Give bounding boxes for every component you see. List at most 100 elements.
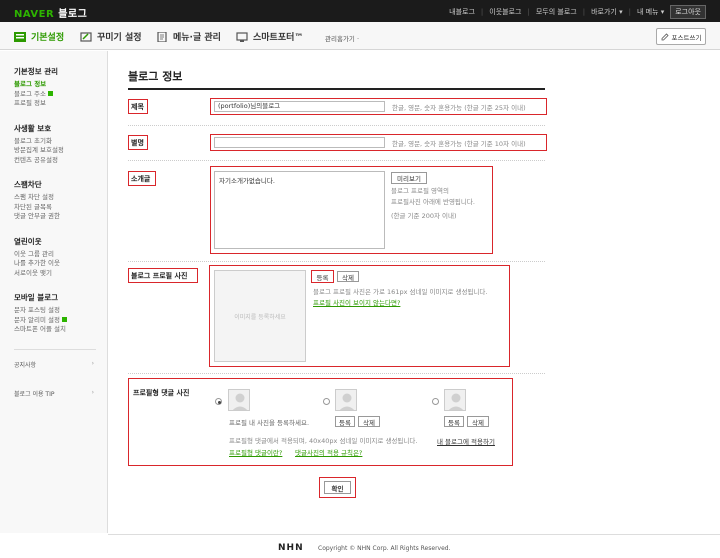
- comment-delete-button-2[interactable]: 삭제: [358, 416, 380, 427]
- sidebar-item-sms-posting[interactable]: 문자 포스팅 설정: [14, 306, 107, 316]
- settings-icon: [14, 31, 26, 42]
- sidebar-item-visit-count-protection[interactable]: 방문집계 보호설정: [14, 146, 107, 156]
- sidebar-item-blog-reset[interactable]: 블로그 초기화: [14, 137, 107, 147]
- sidebar-tips-link[interactable]: 블로그 이용 TIP ›: [14, 389, 94, 398]
- top-navigation-bar: NAVER 블로그 내블로그 | 이웃블로그 | 모두의 블로그 | 바로가기 ▾…: [0, 0, 720, 22]
- left-sidebar: 기본정보 관리 블로그 정보 블로그 주소 프로필 정보 사생활 보호 블로그 …: [0, 51, 108, 533]
- comment-register-button-3[interactable]: 등록: [444, 416, 464, 427]
- sidebar-item-comment-permissions[interactable]: 댓글 안부글 권한: [14, 212, 107, 222]
- title-underline: [128, 88, 545, 90]
- register-photo-button[interactable]: 등록: [313, 271, 332, 282]
- profile-comment-help-link[interactable]: 프로필형 댓글이란?: [229, 447, 282, 457]
- comment-photo-option-2-radio[interactable]: [323, 398, 330, 405]
- write-post-label: 포스트쓰기: [671, 33, 702, 42]
- divider: |: [628, 8, 631, 16]
- apply-to-my-blog-link[interactable]: 내 블로그에 적용하기: [437, 436, 495, 446]
- tab-basic-settings[interactable]: 기본설정: [14, 30, 64, 43]
- monitor-icon: [236, 31, 248, 42]
- tab-design-settings[interactable]: 꾸미기 설정: [80, 30, 142, 43]
- chevron-right-icon: ›: [91, 388, 94, 396]
- sidebar-group-title: 사생활 보호: [14, 123, 52, 133]
- tab-basic-settings-label: 기본설정: [31, 33, 65, 43]
- comment-delete-button-3[interactable]: 삭제: [467, 416, 489, 427]
- sidebar-group-title: 스팸차단: [14, 180, 42, 189]
- sidebar-group-spam: 스팸차단 스팸 차단 설정 차단된 글목록 댓글 안부글 권한: [14, 179, 107, 222]
- tab-smart-reporter-label: 스마트포터™: [253, 33, 304, 43]
- sidebar-item-neighbor-groups[interactable]: 이웃 그룹 관리: [14, 250, 107, 260]
- row-divider: [128, 261, 545, 262]
- comment-hint: 프로필형 댓글에서 적용되며, 40x40px 섬네일 이미지로 생성됩니다.: [229, 437, 418, 445]
- logout-button[interactable]: 로그아웃: [670, 5, 706, 19]
- link-neighbor-blog[interactable]: 이웃블로그: [489, 7, 521, 17]
- profile-photo-label: 블로그 프로필 사진: [131, 272, 188, 280]
- sidebar-group-mobile: 모바일 블로그 문자 포스팅 설정 문자 알리미 설정 스마트폰 어플 설치: [14, 292, 107, 335]
- divider: |: [480, 8, 484, 16]
- row-divider: [128, 125, 545, 126]
- comment-register-text: 프로필 내 사진을 등록하세요.: [229, 419, 310, 427]
- intro-hint-1: 블로그 프로필 영역의: [391, 187, 449, 195]
- sidebar-group-basic-info: 기본정보 관리 블로그 정보 블로그 주소 프로필 정보: [14, 66, 107, 109]
- copyright-text: Copyright © NHN Corp. All Rights Reserve…: [318, 545, 451, 552]
- sidebar-notice-label: 공지사항: [14, 361, 37, 369]
- row-divider: [128, 373, 545, 374]
- document-icon: [157, 31, 167, 42]
- pencil-icon: [661, 32, 669, 40]
- row-divider: [128, 160, 545, 161]
- page-footer: NHN Copyright © NHN Corp. All Rights Res…: [108, 534, 720, 558]
- tab-menu-post-management[interactable]: 메뉴·글 관리: [156, 30, 221, 43]
- link-all-blogs[interactable]: 모두의 블로그: [536, 7, 577, 17]
- sidebar-group-title: 열린이웃: [14, 236, 42, 246]
- photo-hint: 블로그 프로필 사진은 가로 161px 섬네일 이미지로 생성됩니다.: [313, 288, 488, 296]
- comment-photo-label: 프로필형 댓글 사진: [133, 389, 190, 397]
- link-my-blog[interactable]: 내블로그: [449, 7, 475, 17]
- tab-design-settings-label: 꾸미기 설정: [97, 33, 142, 43]
- sidebar-item-spam-settings[interactable]: 스팸 차단 설정: [14, 193, 107, 203]
- sidebar-item-label: 블로그 주소: [14, 89, 46, 98]
- delete-photo-button[interactable]: 삭제: [337, 271, 359, 282]
- sidebar-item-mutual-neighbors[interactable]: 서로이웃 맺기: [14, 269, 107, 279]
- new-badge-icon: [47, 91, 53, 96]
- comment-photo-option-3-radio[interactable]: [432, 398, 439, 405]
- photo-help-link[interactable]: 프로필 사진이 보이지 않는다면?: [313, 297, 400, 307]
- divider: |: [582, 8, 586, 16]
- intro-textarea[interactable]: 자기소개가없습니다.: [214, 171, 385, 249]
- sidebar-group-neighbors: 열린이웃 이웃 그룹 관리 나를 추가한 이웃 서로이웃 맺기: [14, 236, 107, 279]
- sidebar-divider: [14, 348, 96, 350]
- sidebar-group-privacy: 사생활 보호 블로그 초기화 방문집계 보호설정 컨텐츠 공유설정: [14, 123, 107, 166]
- naver-logo-text: NAVER: [14, 9, 55, 20]
- write-post-button[interactable]: 포스트쓰기: [656, 28, 706, 45]
- comment-photo-rules-link[interactable]: 댓글사진의 적용 규칙은?: [295, 447, 362, 457]
- sidebar-group-title: 모바일 블로그: [14, 293, 59, 302]
- tab-smart-reporter[interactable]: 스마트포터™: [236, 30, 303, 43]
- admin-home-link[interactable]: 관리홈가기 ·: [325, 33, 359, 43]
- blog-logo-text: 블로그: [58, 9, 88, 20]
- sidebar-group-title: 기본정보 관리: [14, 67, 59, 76]
- naver-blog-logo[interactable]: NAVER 블로그: [14, 5, 87, 20]
- blog-title-input[interactable]: (portfolio)님의블로그: [214, 101, 385, 112]
- sidebar-item-blog-address[interactable]: 블로그 주소: [14, 90, 107, 100]
- sidebar-item-followers[interactable]: 나를 추가한 이웃: [14, 259, 107, 269]
- sidebar-notice-link[interactable]: 공지사항 ›: [14, 360, 94, 369]
- sidebar-item-blocked-posts[interactable]: 차단된 글목록: [14, 203, 107, 213]
- preview-button[interactable]: 미리보기: [391, 172, 427, 184]
- link-shortcut[interactable]: 바로가기 ▾: [591, 7, 623, 17]
- nickname-input[interactable]: [214, 137, 385, 148]
- new-badge-icon: [62, 317, 67, 322]
- link-my-menu[interactable]: 내 메뉴 ▾: [637, 7, 664, 17]
- sidebar-item-profile-info[interactable]: 프로필 정보: [14, 99, 107, 109]
- comment-register-button-2[interactable]: 등록: [335, 416, 355, 427]
- divider: |: [527, 8, 530, 16]
- intro-label: 소개글: [131, 175, 151, 183]
- settings-menu-bar: 기본설정 꾸미기 설정 메뉴·글 관리 스마트포터™ 관리홈가기 · 포스트쓰기: [0, 22, 720, 50]
- sidebar-item-smartphone-app[interactable]: 스마트폰 어플 설치: [14, 325, 107, 335]
- confirm-button[interactable]: 확인: [324, 481, 351, 494]
- sidebar-item-blog-info[interactable]: 블로그 정보: [14, 80, 107, 90]
- sidebar-item-sms-alert[interactable]: 문자 알리미 설정: [14, 316, 107, 326]
- sidebar-item-content-sharing[interactable]: 컨텐츠 공유설정: [14, 156, 107, 166]
- comment-photo-option-1-radio[interactable]: [215, 398, 222, 405]
- user-silhouette-icon: [339, 393, 355, 410]
- comment-avatar-1: [228, 389, 250, 411]
- intro-hint-2: 프로필사진 아래에 반영됩니다.: [391, 198, 475, 206]
- page-title: 블로그 정보: [128, 70, 183, 83]
- brush-icon: [80, 31, 92, 42]
